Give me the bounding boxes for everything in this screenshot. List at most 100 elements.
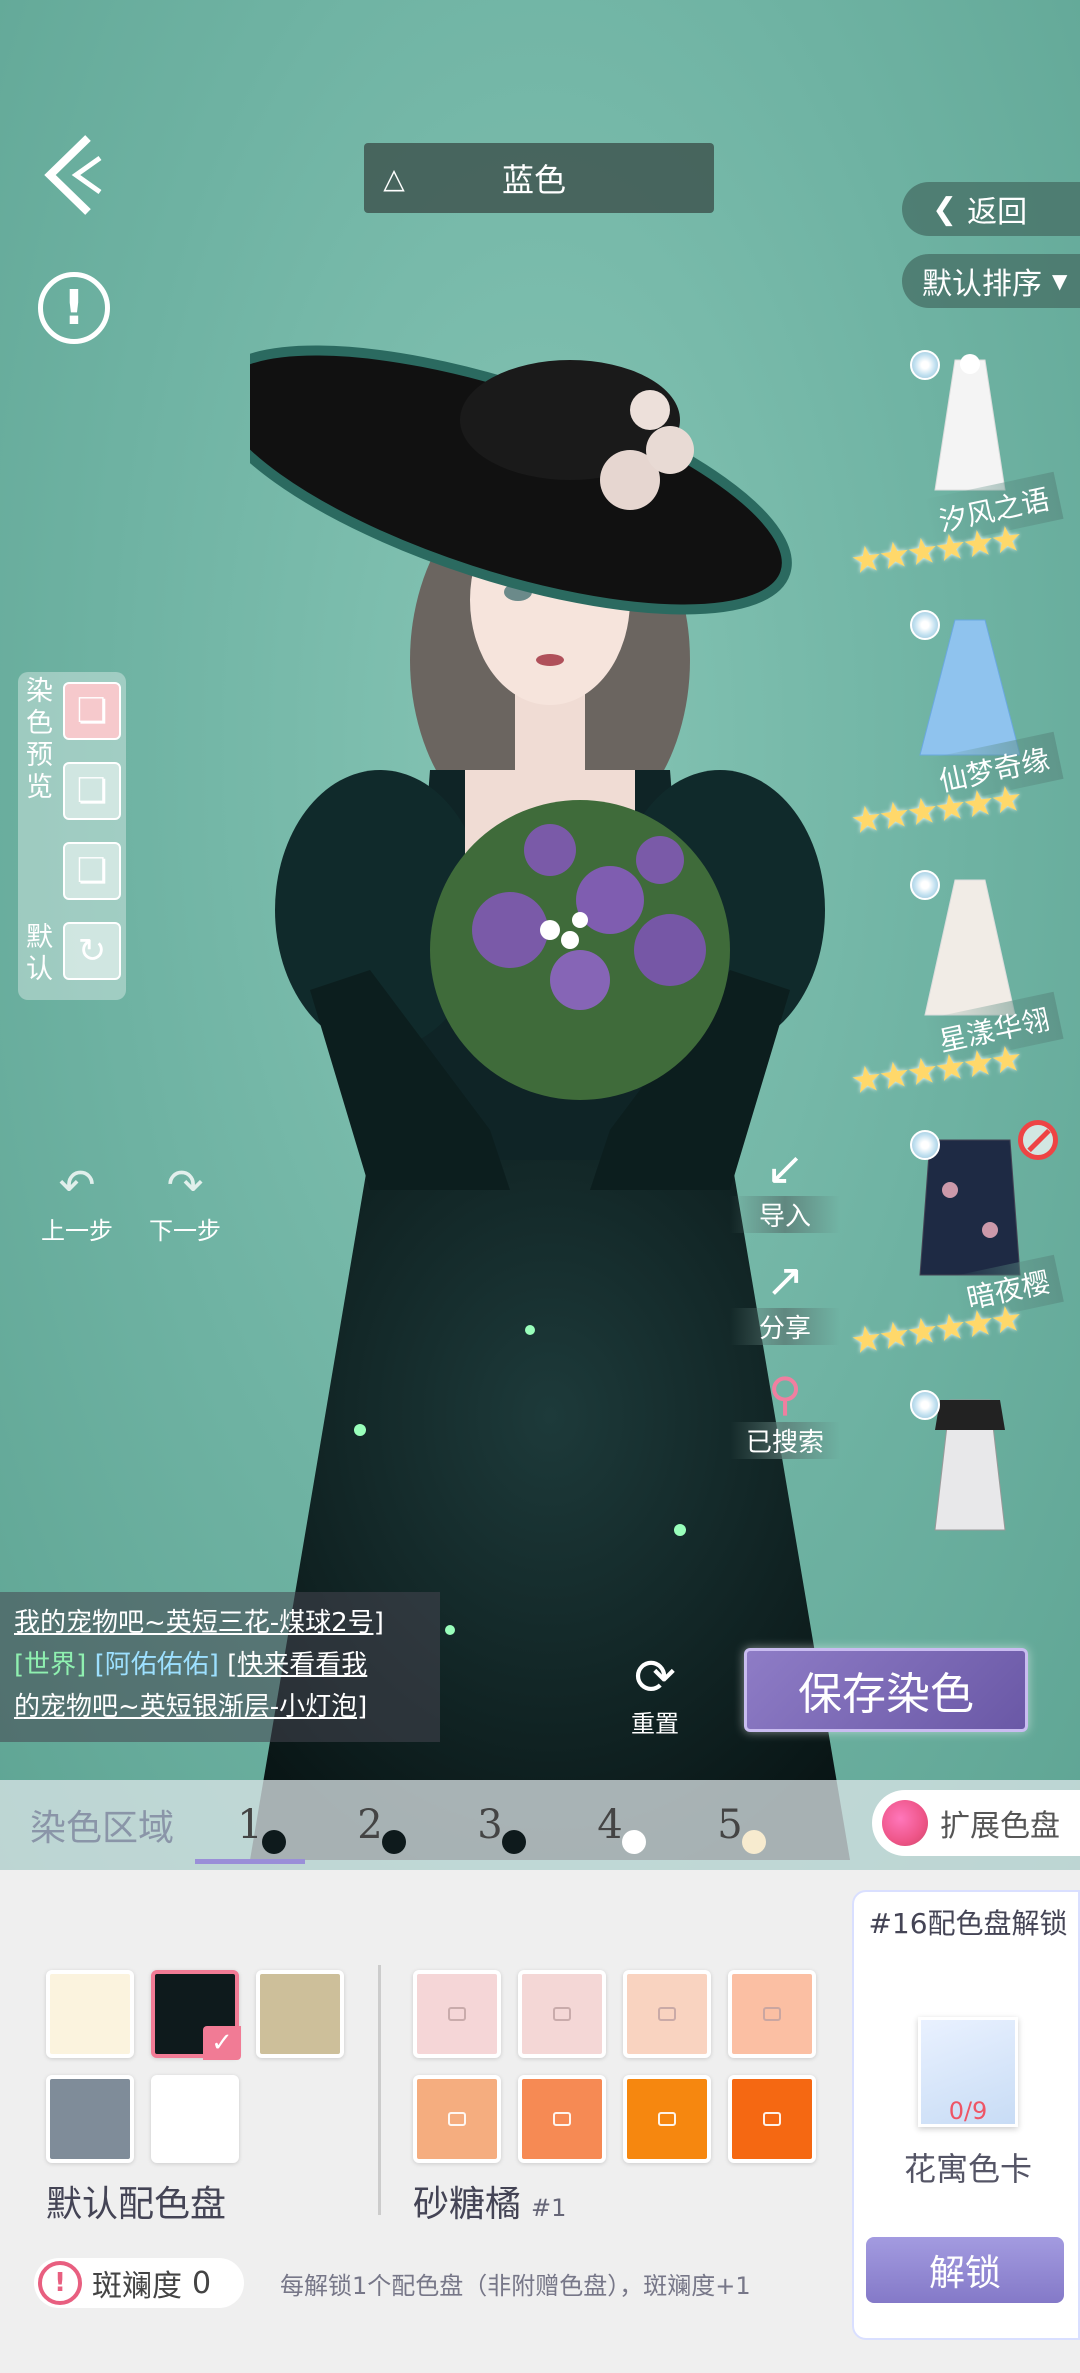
return-button[interactable]: ❮ 返回: [902, 182, 1080, 236]
shirt-reset-icon[interactable]: ↻: [63, 922, 121, 980]
shirt-preview-dyed[interactable]: ❏: [63, 682, 121, 740]
lock-icon: [448, 2112, 466, 2126]
swatch-locked[interactable]: [728, 1970, 816, 2058]
outfit-item[interactable]: 星漾华翎 ★★★★★★: [848, 860, 1080, 1110]
sort-label: 默认排序: [922, 267, 1042, 302]
redo-icon: ↷: [166, 1160, 204, 1211]
zone-num: 4: [597, 1802, 623, 1848]
swatch-locked[interactable]: [518, 1970, 606, 2058]
orange-palette-title: 砂糖橘: [413, 2184, 522, 2225]
restricted-icon: [1018, 1120, 1058, 1160]
undo-label: 上一步: [41, 1217, 113, 1245]
star-rating: ★★★★★★: [847, 1298, 1022, 1363]
brilliance-badge[interactable]: ! 斑斓度 0: [34, 2258, 244, 2308]
chat-message: [快来看看我: [227, 1650, 368, 1680]
outfit-item[interactable]: 暗夜樱 ★★★★★★: [847, 1120, 1080, 1370]
sort-dropdown[interactable]: 默认排序 ▼: [902, 254, 1080, 308]
zone-color-dot: [382, 1830, 406, 1854]
reset-icon: ⟳: [634, 1648, 676, 1706]
zone-tab-4[interactable]: 4: [550, 1780, 670, 1870]
redo-button[interactable]: ↷ 下一步: [130, 1160, 240, 1245]
lock-icon: [553, 2007, 571, 2021]
lock-icon: [658, 2112, 676, 2126]
swatch-default-3[interactable]: [256, 1970, 344, 2058]
swatch-locked[interactable]: [623, 2075, 711, 2163]
color-title-bar: △ 蓝色: [364, 143, 714, 213]
share-icon: ↗: [765, 1253, 805, 1307]
color-card-name: 花寓色卡: [903, 2150, 1032, 2188]
default-label: 默认: [26, 922, 53, 985]
zone-tab-1[interactable]: 1: [190, 1780, 310, 1870]
palette-icon: [882, 1800, 928, 1846]
check-icon: ✓: [203, 2026, 241, 2060]
outfit-item[interactable]: [850, 1380, 1080, 1531]
brilliance-value: 0: [192, 2265, 212, 2301]
swatch-locked[interactable]: [728, 2075, 816, 2163]
color-name: 蓝色: [501, 161, 566, 199]
swatch-locked[interactable]: [413, 1970, 501, 2058]
swatch-default-5[interactable]: [151, 2075, 239, 2163]
swatch-default-1[interactable]: [46, 1970, 134, 2058]
game-stage: ! △ 蓝色 ❮ 返回 默认排序 ▼ 汐风之语 ★★★★★★ 仙梦奇缘 ★★★★…: [0, 0, 1080, 1870]
zone-num: 2: [357, 1802, 383, 1848]
search-label: 已搜索: [730, 1422, 840, 1459]
chevron-left-icon: ❮: [932, 191, 958, 227]
dye-disc-icon: [910, 1390, 940, 1420]
dye-disc-icon: [910, 1130, 940, 1160]
zone-num: 5: [717, 1802, 743, 1848]
search-icon: ⚲: [768, 1367, 802, 1421]
swatch-default-4[interactable]: [46, 2075, 134, 2163]
lock-icon: [553, 2112, 571, 2126]
brilliance-label: 斑斓度: [92, 2269, 182, 2304]
expand-palette-button[interactable]: 扩展色盘: [872, 1790, 1080, 1856]
dye-disc-icon: [910, 870, 940, 900]
zone-tab-5[interactable]: 5: [670, 1780, 790, 1870]
default-palette-name: 默认配色盘: [46, 2184, 227, 2225]
search-button[interactable]: ⚲ 已搜索: [730, 1366, 840, 1459]
orange-palette-number: #1: [531, 2194, 567, 2222]
save-dye-button[interactable]: 保存染色: [744, 1648, 1028, 1732]
dye-preview-label: 染色预览: [26, 676, 53, 803]
dye-zone-title: 染色区域: [30, 1808, 175, 1849]
import-button[interactable]: ↙ 导入: [730, 1140, 840, 1233]
share-label: 分享: [730, 1308, 840, 1345]
unlock-count: 0/9: [948, 2097, 988, 2125]
zone-tab-3[interactable]: 3: [430, 1780, 550, 1870]
world-chat[interactable]: 我的宠物吧~英短三花-煤球2号] [世界] [阿佑佑佑] [快来看看我 的宠物吧…: [0, 1592, 440, 1742]
reset-button[interactable]: ⟳ 重置: [612, 1648, 698, 1738]
outfit-item[interactable]: 仙梦奇缘 ★★★★★★: [848, 600, 1080, 850]
info-icon[interactable]: !: [38, 272, 110, 344]
lock-icon: [763, 2112, 781, 2126]
chat-line: 我的宠物吧~英短三花-煤球2号]: [14, 1608, 384, 1638]
lock-icon: [658, 2007, 676, 2021]
zone-color-dot: [742, 1830, 766, 1854]
brilliance-icon: !: [38, 2261, 82, 2305]
shirt-preview-3[interactable]: ❏: [63, 842, 121, 900]
zone-tab-2[interactable]: 2: [310, 1780, 430, 1870]
zone-color-dot: [502, 1830, 526, 1854]
shirt-preview-2[interactable]: ❏: [63, 762, 121, 820]
import-icon: ↙: [765, 1141, 805, 1195]
return-label: 返回: [967, 195, 1028, 230]
lock-icon: [448, 2007, 466, 2021]
swatch-locked[interactable]: [623, 1970, 711, 2058]
outfit-list: 汐风之语 ★★★★★★ 仙梦奇缘 ★★★★★★ 星漾华翎 ★★★★★★ 暗夜樱 …: [847, 340, 1080, 1540]
unlock-button[interactable]: 解锁: [866, 2237, 1064, 2303]
chat-channel: [世界]: [14, 1650, 87, 1680]
undo-button[interactable]: ↶ 上一步: [22, 1160, 132, 1245]
reset-label: 重置: [631, 1710, 679, 1738]
swatch-locked[interactable]: [413, 2075, 501, 2163]
expand-palette-label: 扩展色盘: [940, 1809, 1060, 1844]
back-arrow-icon[interactable]: [38, 130, 108, 220]
swatch-default-2-selected[interactable]: ✓: [151, 1970, 241, 2060]
dye-disc-icon: [910, 350, 940, 380]
orange-palette-name: 砂糖橘 #1: [413, 2175, 566, 2227]
chat-user[interactable]: [阿佑佑佑]: [95, 1650, 219, 1680]
zone-color-dot: [262, 1830, 286, 1854]
swatch-locked[interactable]: [518, 2075, 606, 2163]
chat-message-cont: 的宠物吧~英短银渐层-小灯泡]: [14, 1692, 368, 1722]
caret-down-icon: ▼: [1052, 269, 1068, 293]
share-button[interactable]: ↗ 分享: [730, 1252, 840, 1345]
redo-label: 下一步: [149, 1217, 221, 1245]
outfit-item[interactable]: 汐风之语 ★★★★★★: [848, 340, 1080, 590]
